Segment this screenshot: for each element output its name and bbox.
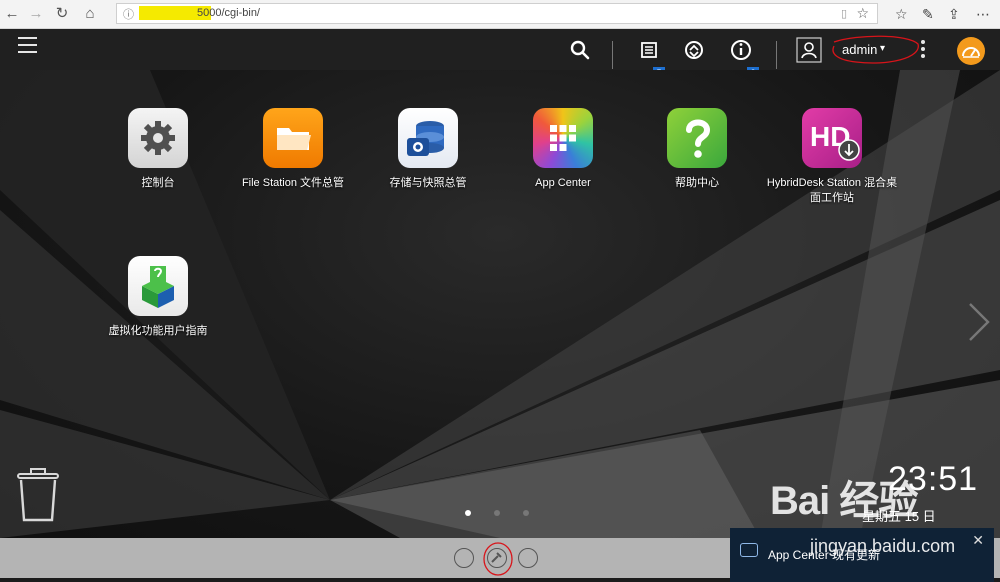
next-page-arrow-icon[interactable]: [966, 302, 992, 342]
home-icon[interactable]: ⌂: [80, 4, 100, 24]
share-icon[interactable]: ⇪: [948, 4, 960, 24]
background-task-icon[interactable]: [638, 37, 664, 63]
external-device-icon[interactable]: [681, 37, 707, 63]
gear-icon: [128, 108, 188, 168]
url-text: 5000/cgi-bin/: [197, 7, 260, 19]
app-label: 控制台: [141, 177, 175, 189]
app-label: File Station 文件总管: [241, 177, 345, 189]
baidu-watermark-url: jingyan.baidu.com: [810, 536, 956, 556]
address-bar[interactable]: ⓘ 5000/cgi-bin/ ▯ ☆: [116, 3, 878, 24]
main-menu-button[interactable]: [18, 37, 37, 53]
app-label: 存储与快照总管: [389, 177, 467, 189]
trash-icon[interactable]: [16, 468, 60, 524]
user-avatar-icon[interactable]: [796, 37, 822, 63]
app-virtualization-guide[interactable]: 虚拟化功能用户指南: [88, 256, 228, 339]
message-icon: [740, 543, 758, 557]
app-label: HybridDesk Station 混合桌面工作站: [766, 177, 898, 204]
dashboard-button[interactable]: [957, 37, 985, 65]
search-icon[interactable]: [567, 37, 593, 63]
more-icon[interactable]: ⋯: [976, 4, 990, 24]
favorite-star-icon[interactable]: ☆: [856, 5, 869, 22]
baidu-watermark: Bai 经验: [770, 479, 918, 523]
info-icon[interactable]: ⓘ: [123, 6, 134, 22]
hybriddesk-icon: HD: [802, 108, 862, 168]
app-app-center[interactable]: App Center: [493, 108, 633, 191]
event-notification-icon[interactable]: [728, 37, 754, 63]
app-label: 帮助中心: [675, 177, 719, 189]
close-icon[interactable]: ✕: [972, 532, 984, 549]
virtualization-guide-icon: [128, 256, 188, 316]
storage-icon: [398, 108, 458, 168]
speedometer-icon: [962, 47, 980, 58]
page-dot-1[interactable]: [465, 510, 471, 516]
qts-topbar: 5 2 admin ▾: [0, 29, 1000, 79]
cloud-icon[interactable]: [454, 548, 474, 568]
reading-view-icon[interactable]: ▯: [841, 7, 847, 20]
app-label: 虚拟化功能用户指南: [108, 325, 208, 337]
app-control-panel[interactable]: 控制台: [88, 108, 228, 191]
forward-icon[interactable]: →: [26, 4, 46, 24]
app-center-icon: [533, 108, 593, 168]
app-help-center[interactable]: 帮助中心: [627, 108, 767, 191]
app-storage-snapshots[interactable]: 存储与快照总管: [358, 108, 498, 191]
app-hybriddesk-station[interactable]: HD HybridDesk Station 混合桌面工作站: [762, 108, 902, 206]
page-dot-2[interactable]: [494, 510, 500, 516]
app-file-station[interactable]: File Station 文件总管: [223, 108, 363, 191]
red-annotation-ellipse: [832, 35, 919, 64]
separator: [612, 41, 613, 69]
book-icon[interactable]: [518, 548, 538, 568]
separator: [776, 41, 777, 69]
more-options-button[interactable]: [920, 40, 926, 60]
help-icon: [667, 108, 727, 168]
browser-toolbar: ← → ↻ ⌂ ⓘ 5000/cgi-bin/ ▯ ☆ ☆ ✎ ⇪ ⋯: [0, 0, 1000, 29]
back-icon[interactable]: ←: [2, 4, 22, 24]
page-dot-3[interactable]: [523, 510, 529, 516]
folder-icon: [263, 108, 323, 168]
app-label: App Center: [535, 177, 591, 189]
refresh-icon[interactable]: ↻: [52, 4, 72, 24]
favorites-icon[interactable]: ☆: [895, 4, 908, 24]
notes-icon[interactable]: ✎: [922, 4, 934, 24]
red-annotation-circle: [483, 542, 513, 576]
